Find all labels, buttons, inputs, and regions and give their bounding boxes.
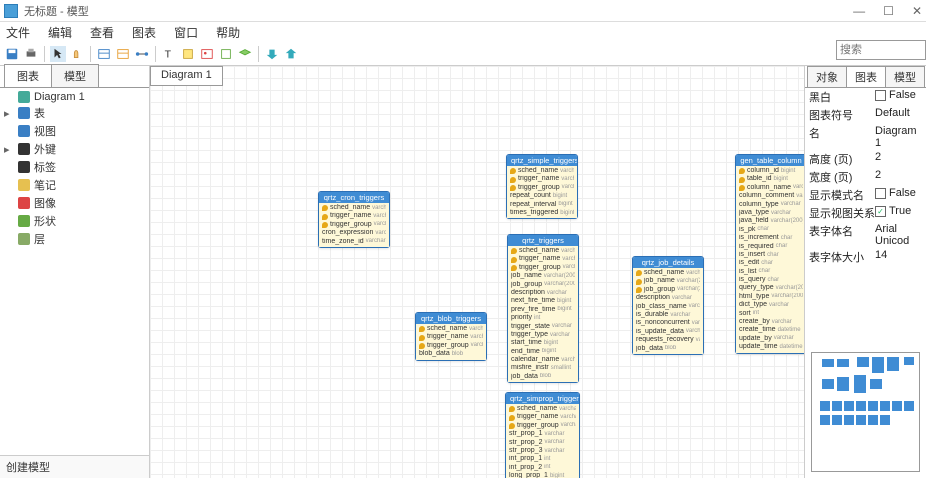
entity-qrtz_triggers[interactable]: qrtz_triggerssched_name varchar(120)trig… [507,234,579,383]
toolbar: T [0,42,926,66]
app-icon [4,4,18,18]
object-tree: Diagram 1▸表视图▸外键标签笔记图像形状层 [0,88,149,455]
close-button[interactable]: ✕ [912,4,922,18]
hand-icon[interactable] [69,46,85,62]
text-icon[interactable]: T [161,46,177,62]
prop-row[interactable]: 宽度 (页)2 [805,168,926,186]
prop-row[interactable]: 高度 (页)2 [805,150,926,168]
right-panel: 对象 图表 模型 黑白False图表符号Default名Diagram 1高度 … [804,66,926,478]
menu-窗口[interactable]: 窗口 [174,24,198,41]
tree-table[interactable]: ▸表 [0,104,149,122]
prop-row[interactable]: 显示视图关系✓True [805,204,926,222]
prop-row[interactable]: 显示模式名False [805,186,926,204]
tab-model-props[interactable]: 模型 [885,66,925,87]
minimize-button[interactable]: — [853,4,865,18]
right-tabstrip: 对象 图表 模型 [805,66,926,88]
new-view-icon[interactable] [115,46,131,62]
image-icon[interactable] [199,46,215,62]
maximize-button[interactable]: ☐ [883,4,894,18]
menu-文件[interactable]: 文件 [6,24,30,41]
tree-image[interactable]: 图像 [0,194,149,212]
save-icon[interactable] [4,46,20,62]
entity-qrtz_simprop_triggers[interactable]: qrtz_simprop_triggerssched_name varchar(… [505,392,580,478]
tree-fk[interactable]: ▸外键 [0,140,149,158]
tab-object[interactable]: 对象 [807,66,847,87]
entity-gen_table_column[interactable]: gen_table_columncolumn_id biginttable_id… [735,154,804,354]
tree-note[interactable]: 笔记 [0,176,149,194]
diagram-tab[interactable]: Diagram 1 [150,66,223,86]
search-input[interactable] [836,40,926,60]
new-table-icon[interactable] [96,46,112,62]
menubar: 文件 编辑 查看 图表 窗口 帮助 [0,22,926,42]
print-icon[interactable] [23,46,39,62]
prop-row[interactable]: 表字体大小14 [805,248,926,266]
tree-view[interactable]: 视图 [0,122,149,140]
entity-qrtz_job_details[interactable]: qrtz_job_detailssched_name varchar(120)j… [632,256,704,355]
window-title: 无标题 - 模型 [24,3,853,19]
prop-row[interactable]: 黑白False [805,88,926,106]
menu-图表[interactable]: 图表 [132,24,156,41]
svg-text:T: T [165,48,172,60]
note-icon[interactable] [180,46,196,62]
menu-查看[interactable]: 查看 [90,24,114,41]
tree-diagram[interactable]: Diagram 1 [0,90,149,104]
tab-model-list[interactable]: 模型 [51,64,99,87]
tree-label[interactable]: 标签 [0,158,149,176]
pointer-icon[interactable] [50,46,66,62]
entity-qrtz_cron_triggers[interactable]: qrtz_cron_triggerssched_name varchar(120… [318,191,390,248]
shape-icon[interactable] [218,46,234,62]
export-icon[interactable] [264,46,280,62]
minimap[interactable] [805,346,926,478]
entity-qrtz_blob_triggers[interactable]: qrtz_blob_triggerssched_name varchar(120… [415,312,487,361]
prop-row[interactable]: 图表符号Default [805,106,926,124]
tab-diagram-props[interactable]: 图表 [846,66,886,87]
menu-编辑[interactable]: 编辑 [48,24,72,41]
tree-layer[interactable]: 层 [0,230,149,248]
entity-qrtz_simple_triggers[interactable]: qrtz_simple_triggerssched_name varchar(1… [506,154,578,219]
left-tabstrip: 图表 模型 [0,66,149,88]
tab-diagram-list[interactable]: 图表 [4,64,52,87]
property-grid: 黑白False图表符号Default名Diagram 1高度 (页)2宽度 (页… [805,88,926,266]
tree-shape[interactable]: 形状 [0,212,149,230]
titlebar: 无标题 - 模型 — ☐ ✕ [0,0,926,22]
left-panel: 图表 模型 Diagram 1▸表视图▸外键标签笔记图像形状层 创建模型 [0,66,150,478]
diagram-canvas[interactable]: Diagram 1 qrtz_simple_triggerssched_name… [150,66,804,478]
menu-帮助[interactable]: 帮助 [216,24,240,41]
prop-row[interactable]: 表字体名Arial Unicod [805,222,926,248]
prop-row[interactable]: 名Diagram 1 [805,124,926,150]
relation-icon[interactable] [134,46,150,62]
import-icon[interactable] [283,46,299,62]
layer-icon[interactable] [237,46,253,62]
create-model-section[interactable]: 创建模型 [0,455,149,478]
